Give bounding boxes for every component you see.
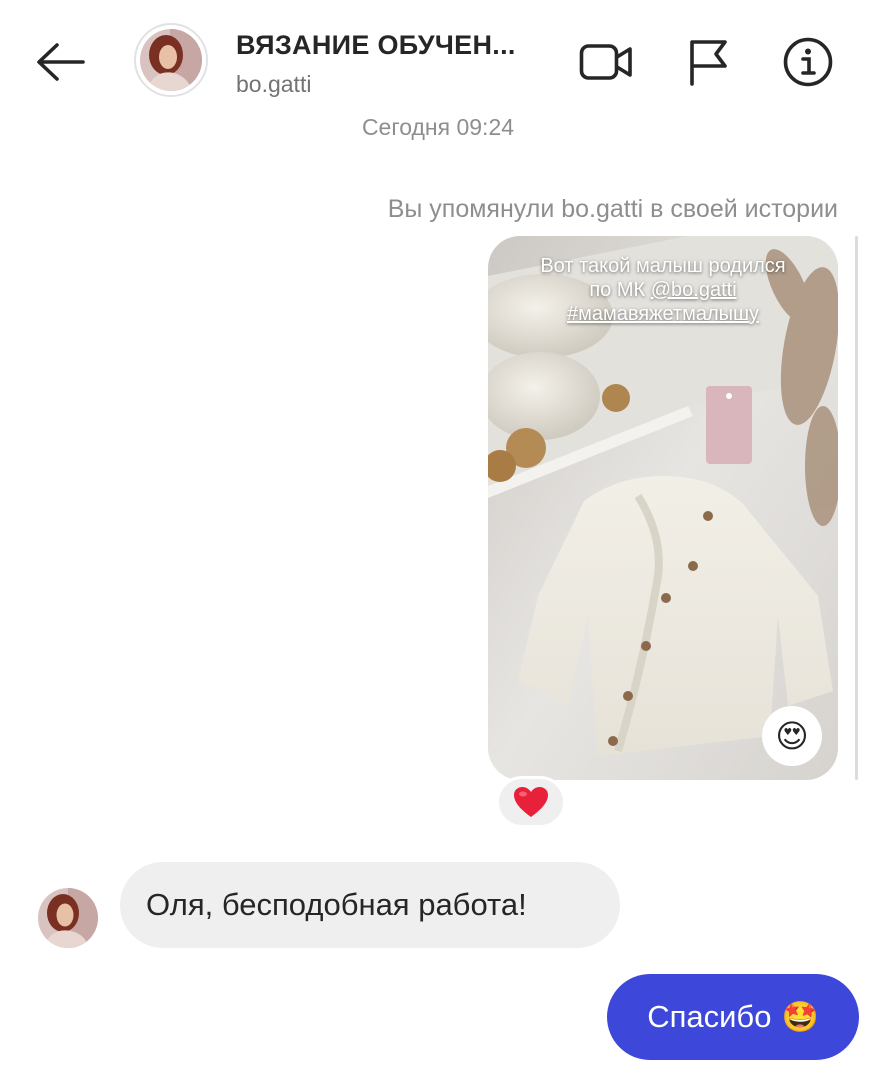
story-reply-bar — [855, 236, 858, 780]
chat-title: ВЯЗАНИЕ ОБУЧЕН... — [236, 30, 516, 60]
story-reaction-emoji: 😍 — [762, 706, 822, 766]
story-caption-line1: Вот такой малыш родился — [540, 255, 786, 277]
message-timestamp: Сегодня 09:24 — [361, 114, 515, 140]
flag-icon — [690, 40, 727, 86]
outgoing-message-text: Спасибо — [647, 999, 772, 1034]
story-mention-card[interactable]: Вот такой малыш родился по МК @bo.gatti … — [488, 236, 838, 780]
story-caption-line2: по МК @bo.gatti — [488, 278, 838, 302]
chat-title-block[interactable]: ВЯЗАНИЕ ОБУЧЕН... bo.gatti — [236, 30, 556, 98]
chat-username: bo.gatti — [236, 71, 312, 97]
outgoing-message-bubble[interactable]: Спасибо 🤩 — [607, 974, 859, 1060]
video-camera-icon — [579, 44, 632, 80]
story-mention-note: Вы упомянули bo.gatti в своей истории — [387, 195, 838, 223]
message-reaction[interactable] — [496, 776, 566, 828]
info-button[interactable] — [780, 36, 836, 88]
avatar-photo — [140, 29, 202, 91]
arrow-left-icon — [37, 43, 85, 81]
chat-avatar[interactable] — [134, 23, 208, 97]
story-caption-prefix: по МК — [589, 279, 651, 301]
story-caption: Вот такой малыш родился по МК @bo.gatti … — [488, 254, 838, 326]
story-caption-hashtag[interactable]: #мамавяжетмалышу — [488, 302, 838, 326]
incoming-message-bubble[interactable]: Оля, бесподобная работа! — [120, 862, 620, 948]
info-icon — [783, 37, 833, 87]
video-call-button[interactable] — [578, 36, 634, 88]
incoming-message-text: Оля, бесподобная работа! — [146, 887, 527, 922]
heart-icon — [514, 787, 548, 817]
heart-eyes-emoji: 😍 — [775, 718, 809, 754]
story-caption-mention[interactable]: @bo.gatti — [651, 279, 737, 301]
star-struck-emoji: 🤩 — [781, 1000, 819, 1034]
sender-avatar[interactable] — [38, 888, 98, 948]
back-button[interactable] — [34, 38, 86, 86]
report-button[interactable] — [680, 36, 736, 88]
chat-header: ВЯЗАНИЕ ОБУЧЕН... bo.gatti — [0, 0, 876, 118]
